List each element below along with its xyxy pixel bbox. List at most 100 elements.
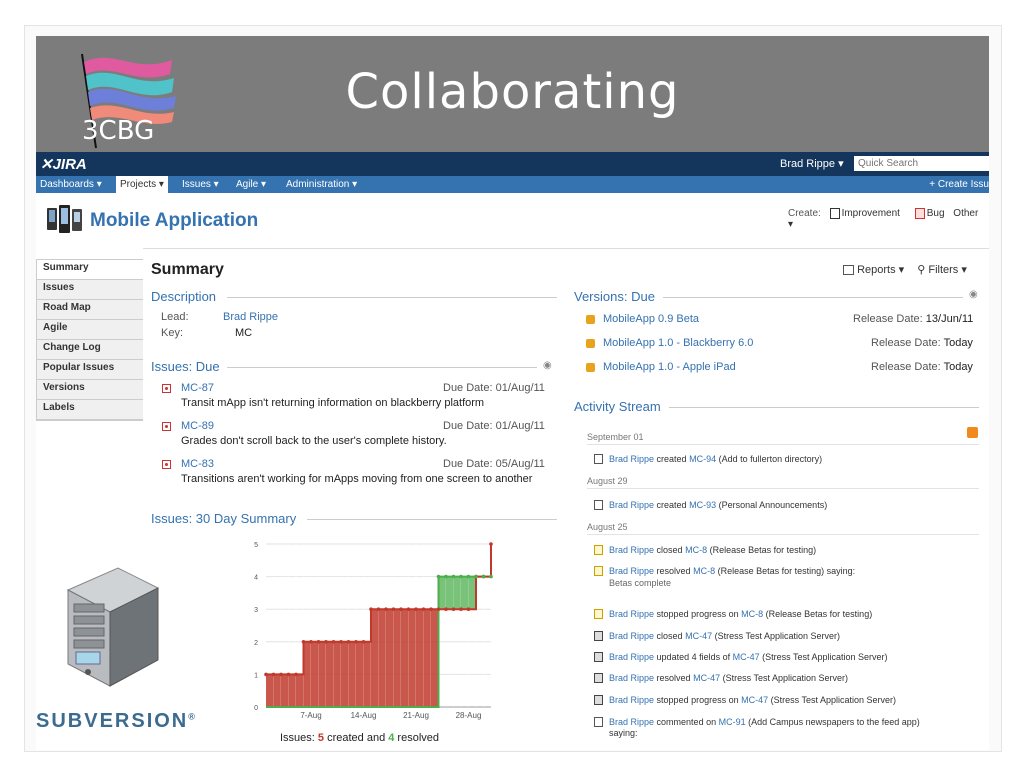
activity-user-link[interactable]: Brad Rippe [609, 673, 654, 683]
version-link-ipad[interactable]: MobileApp 1.0 - Apple iPad [603, 361, 736, 373]
activity-issue-link[interactable]: MC-8 [685, 545, 707, 555]
jira-menubar: Dashboards ▾ Projects ▾ Issues ▾ Agile ▾… [36, 176, 989, 193]
resolved-area-segment [446, 576, 454, 610]
server-task-icon [594, 652, 603, 662]
activity-user-link[interactable]: Brad Rippe [609, 652, 654, 662]
issues-due-eye-icon[interactable]: ◉ [543, 360, 552, 371]
activity-issue-link[interactable]: MC-47 [693, 673, 720, 683]
activity-user-link[interactable]: Brad Rippe [609, 631, 654, 641]
activity-issue-link[interactable]: MC-93 [689, 500, 716, 510]
created-point [301, 640, 306, 644]
activity-action: commented on [656, 717, 717, 727]
activity-comment: saying: [609, 728, 638, 738]
activity-detail: (Stress Test Application Server) [770, 695, 897, 705]
resolved-area-segment [453, 576, 461, 610]
issue-due-date: Due Date: 05/Aug/11 [443, 458, 545, 470]
versions-due-divider [663, 297, 963, 298]
jira-topbar: ✕JIRA Brad Rippe ▾ [36, 152, 989, 176]
activity-user-link[interactable]: Brad Rippe [609, 500, 654, 510]
sidebar-item-agile[interactable]: Agile [37, 320, 143, 340]
project-title[interactable]: Mobile Application [90, 210, 258, 232]
issues-due-divider [227, 367, 537, 368]
project-phones-icon [47, 205, 82, 233]
activity-user-link[interactable]: Brad Rippe [609, 545, 654, 555]
menu-projects[interactable]: Projects ▾ [116, 176, 168, 193]
sidebar-item-summary[interactable]: Summary [37, 260, 143, 280]
activity-action: stopped progress on [656, 695, 739, 705]
create-bug-link[interactable]: Bug [927, 208, 945, 219]
logo-text: 3CBG [82, 116, 155, 146]
release-date-label-text: Release Date: [871, 337, 941, 349]
slide-title: Collaborating [345, 64, 680, 120]
activity-issue-link[interactable]: MC-47 [733, 652, 760, 662]
description-divider [227, 297, 557, 298]
activity-entry: Brad Rippe closed MC-47 (Stress Test App… [609, 631, 840, 641]
activity-action: created [656, 454, 687, 464]
bug-icon [162, 460, 171, 469]
lead-label: Lead: [161, 311, 189, 323]
activity-issue-link[interactable]: MC-91 [719, 717, 746, 727]
activity-entry: Brad Rippe updated 4 fields of MC-47 (St… [609, 652, 888, 662]
menu-agile[interactable]: Agile ▾ [236, 179, 266, 190]
create-issue-button[interactable]: + Create Issu [929, 179, 989, 190]
create-bar: Create: Improvement Bug Other ▾ [788, 208, 989, 230]
improvement-icon [594, 454, 603, 464]
issue-key-mc-83[interactable]: MC-83 [181, 458, 214, 470]
version-package-icon [586, 339, 595, 348]
release-date-label: Release Date: Today [871, 361, 973, 373]
activity-user-link[interactable]: Brad Rippe [609, 566, 654, 576]
sidebar-item-popular-issues[interactable]: Popular Issues [37, 360, 143, 380]
activity-action: stopped progress on [656, 609, 739, 619]
menu-issues[interactable]: Issues ▾ [182, 179, 219, 190]
create-improvement-link[interactable]: Improvement [842, 208, 900, 219]
thirty-day-chart: 0 1 2 3 4 5 7-Aug 14-Aug 21-Aug 28-Aug [254, 542, 493, 720]
footer-mid: created and [324, 732, 389, 744]
created-area-segment [423, 609, 431, 707]
date-divider [587, 534, 979, 535]
activity-user-link[interactable]: Brad Rippe [609, 609, 654, 619]
activity-user-link[interactable]: Brad Rippe [609, 695, 654, 705]
menu-dashboards[interactable]: Dashboards ▾ [40, 179, 102, 190]
activity-issue-link[interactable]: MC-47 [685, 631, 712, 641]
sidebar-item-labels[interactable]: Labels [37, 400, 143, 420]
activity-entry: Brad Rippe created MC-94 (Add to fullert… [609, 454, 822, 464]
created-point [451, 607, 456, 611]
sidebar-item-versions[interactable]: Versions [37, 380, 143, 400]
sidebar-item-change-log[interactable]: Change Log [37, 340, 143, 360]
filters-dropdown[interactable]: Filters ▾ [928, 264, 967, 276]
resolved-area-segment [461, 576, 469, 610]
server-task-icon [594, 695, 603, 705]
activity-issue-link[interactable]: MC-8 [741, 609, 763, 619]
version-link-blackberry[interactable]: MobileApp 1.0 - Blackberry 6.0 [603, 337, 753, 349]
issue-key-mc-87[interactable]: MC-87 [181, 382, 214, 394]
created-point [421, 607, 426, 611]
menu-administration[interactable]: Administration ▾ [286, 179, 357, 190]
created-area-segment [273, 674, 281, 707]
version-link-0-9-beta[interactable]: MobileApp 0.9 Beta [603, 313, 699, 325]
release-date-label-text: Release Date: [853, 313, 923, 325]
activity-action: closed [656, 631, 683, 641]
quick-search-input[interactable] [854, 156, 989, 171]
sidebar-item-road-map[interactable]: Road Map [37, 300, 143, 320]
date-divider [587, 488, 979, 489]
issue-key-mc-89[interactable]: MC-89 [181, 420, 214, 432]
rss-feed-icon[interactable] [967, 427, 978, 438]
reports-dropdown[interactable]: Reports ▾ [857, 264, 904, 276]
lead-value-link[interactable]: Brad Rippe [223, 311, 278, 323]
activity-issue-link[interactable]: MC-47 [741, 695, 768, 705]
filters-icon: ⚲ [917, 264, 926, 276]
activity-issue-link[interactable]: MC-8 [693, 566, 715, 576]
release-date-value: Today [943, 337, 973, 349]
versions-eye-icon[interactable]: ◉ [969, 289, 978, 300]
user-menu[interactable]: Brad Rippe ▾ [780, 157, 844, 170]
jira-logo[interactable]: ✕JIRA [40, 155, 87, 173]
activity-issue-link[interactable]: MC-94 [689, 454, 716, 464]
issue-summary: Transitions aren't working for mApps mov… [181, 473, 533, 485]
server-task-icon [594, 631, 603, 641]
resolved-point [481, 574, 486, 579]
activity-user-link[interactable]: Brad Rippe [609, 717, 654, 727]
activity-action: resolved [656, 566, 691, 576]
activity-detail: (Stress Test Application Server) [762, 652, 888, 662]
sidebar-item-issues[interactable]: Issues [37, 280, 143, 300]
activity-user-link[interactable]: Brad Rippe [609, 454, 654, 464]
